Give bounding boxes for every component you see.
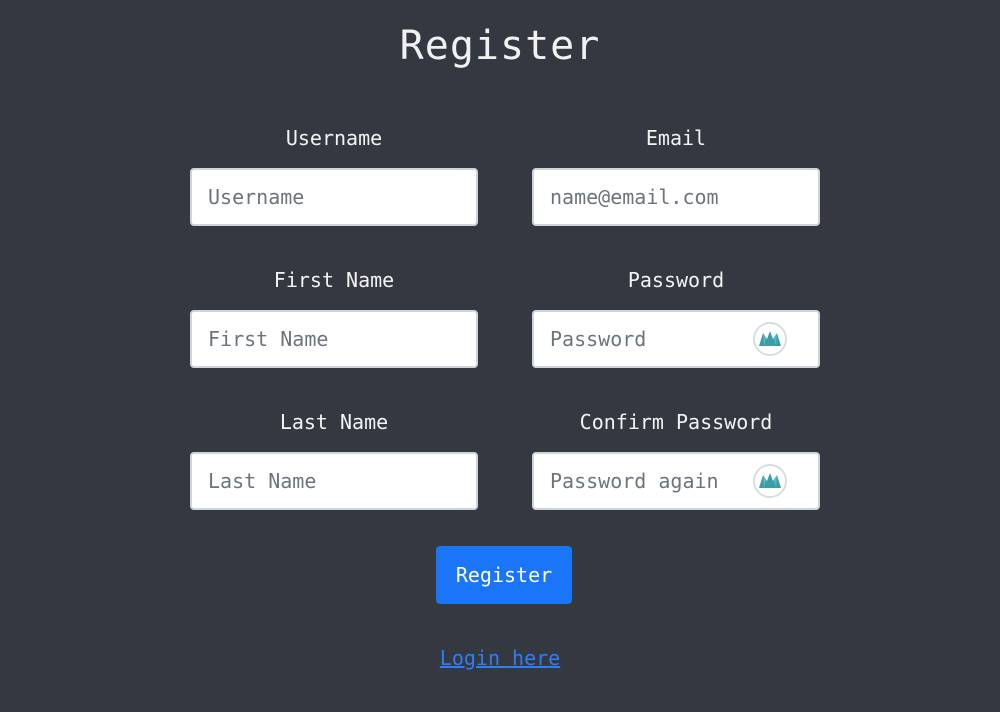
login-link[interactable]: Login here [440, 646, 560, 670]
email-label: Email [645, 126, 707, 150]
username-input-wrapper [190, 168, 478, 226]
confirm-password-field-group: Confirm Password [532, 410, 820, 510]
password-input-wrapper [532, 310, 820, 368]
username-field-group: Username [190, 126, 478, 226]
email-input[interactable] [532, 168, 820, 226]
last-name-field-group: Last Name [190, 410, 478, 510]
password-manager-icon[interactable] [753, 322, 787, 356]
password-manager-glyph [755, 324, 785, 354]
first-name-label: First Name [273, 268, 395, 292]
email-input-wrapper [532, 168, 820, 226]
last-name-label: Last Name [279, 410, 389, 434]
password-manager-icon[interactable] [753, 464, 787, 498]
password-manager-glyph [755, 466, 785, 496]
email-field-group: Email [532, 126, 820, 226]
last-name-input-wrapper [190, 452, 478, 510]
password-field-group: Password [532, 268, 820, 368]
username-input[interactable] [190, 168, 478, 226]
confirm-password-label: Confirm Password [579, 410, 773, 434]
first-name-input[interactable] [190, 310, 478, 368]
first-name-field-group: First Name [190, 268, 478, 368]
page-title: Register [399, 23, 601, 69]
register-button[interactable]: Register [436, 546, 572, 604]
username-label: Username [285, 126, 383, 150]
last-name-input[interactable] [190, 452, 478, 510]
password-label: Password [627, 268, 725, 292]
first-name-input-wrapper [190, 310, 478, 368]
login-link-container: Login here [0, 644, 1000, 672]
confirm-password-input-wrapper [532, 452, 820, 510]
